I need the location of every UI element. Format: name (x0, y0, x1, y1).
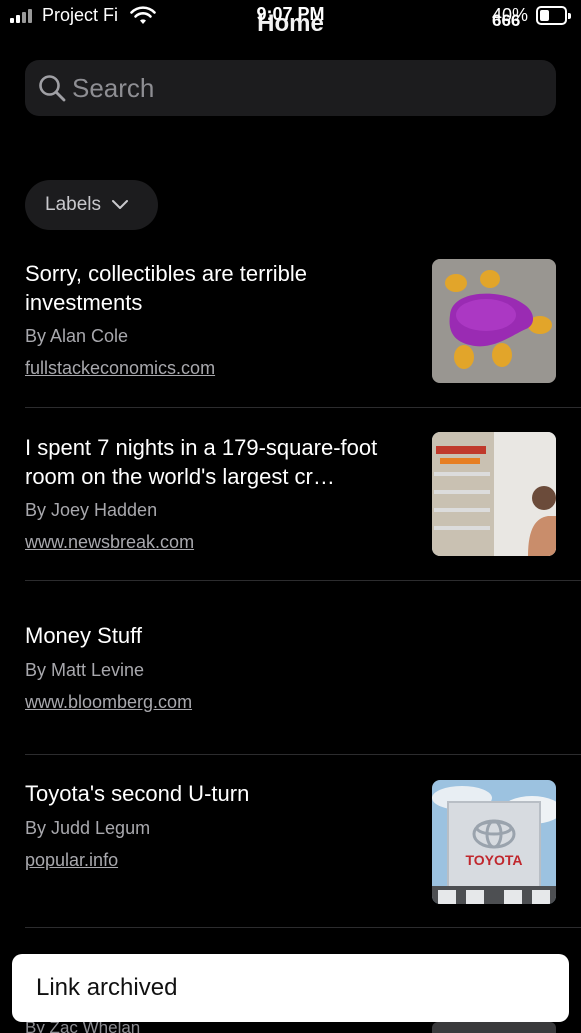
toast-message: Link archived (36, 974, 178, 1001)
toast-notification: Link archived (12, 954, 569, 1022)
search-icon (39, 75, 66, 102)
search-bar[interactable]: Search (25, 60, 556, 116)
article-author: By Judd Legum (25, 818, 151, 838)
labels-filter-button[interactable]: Labels (25, 180, 158, 230)
search-placeholder: Search (72, 72, 155, 103)
article-title: Sorry, collectibles are terrible investm… (25, 261, 308, 315)
article-thumbnail (432, 259, 556, 383)
list-item[interactable]: I spent 7 nights in a 179-square-foot ro… (25, 432, 581, 562)
article-thumbnail: TOYOTA (432, 780, 556, 904)
list-divider (25, 754, 581, 755)
list-divider (25, 580, 581, 581)
article-author: By Matt Levine (25, 660, 145, 680)
article-author: By Alan Cole (25, 326, 129, 346)
article-site-link[interactable]: www.newsbreak.com (25, 532, 194, 553)
chevron-down-icon (112, 200, 128, 209)
article-thumbnail (432, 432, 556, 556)
list-item[interactable]: Toyota's second U-turn By Judd Legum pop… (25, 779, 581, 909)
article-thumbnail (432, 1022, 556, 1033)
article-title: Money Stuff (25, 623, 142, 648)
toyota-sign-text: TOYOTA (465, 852, 522, 868)
article-author: By Joey Hadden (25, 500, 158, 520)
article-site-link[interactable]: www.bloomberg.com (25, 692, 192, 713)
list-divider (25, 927, 581, 928)
list-item[interactable]: Money Stuff By Matt Levine www.bloomberg… (25, 620, 581, 720)
labels-filter-label: Labels (45, 194, 101, 215)
article-title: I spent 7 nights in a 179-square-foot ro… (25, 435, 378, 489)
list-item[interactable]: Sorry, collectibles are terrible investm… (25, 258, 581, 388)
article-site-link[interactable]: fullstackeconomics.com (25, 358, 215, 379)
article-site-link[interactable]: popular.info (25, 850, 118, 871)
list-divider (25, 407, 581, 408)
battery-icon (536, 6, 571, 25)
battery-percentage: 40% (492, 5, 529, 25)
status-bar: Project Fi Home 9:07 PM 666 40% (0, 0, 581, 37)
article-title: Toyota's second U-turn (25, 781, 250, 806)
